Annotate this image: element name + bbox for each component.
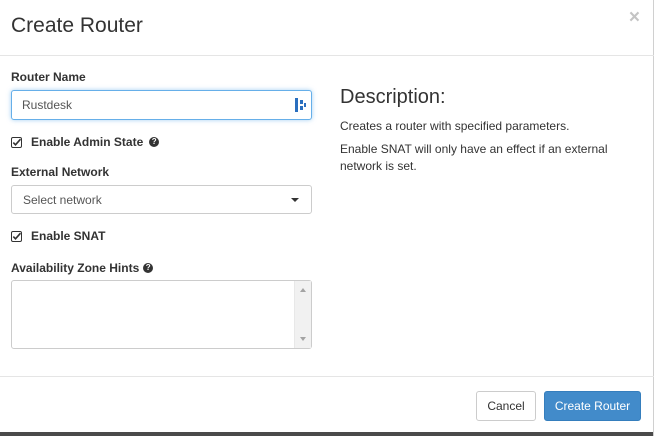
question-circle-icon[interactable]: ? xyxy=(143,263,154,273)
router-name-input[interactable] xyxy=(12,91,282,119)
availability-zone-list[interactable] xyxy=(11,280,312,349)
external-network-selected: Select network xyxy=(23,193,102,207)
snat-label: Enable SNAT xyxy=(31,229,106,243)
snat-row[interactable]: Enable SNAT xyxy=(11,228,105,244)
dialog-footer: Cancel Create Router xyxy=(0,376,654,432)
admin-state-row[interactable]: Enable Admin State ? xyxy=(11,134,160,150)
description-text: Creates a router with specified paramete… xyxy=(340,119,570,133)
scroll-down-icon[interactable] xyxy=(300,337,306,341)
dialog-header: Create Router × xyxy=(0,0,654,56)
availability-zone-label: Availability Zone Hints xyxy=(11,261,140,275)
checkbox-checked-icon[interactable] xyxy=(11,230,23,242)
caret-down-icon xyxy=(291,198,299,202)
admin-state-label: Enable Admin State xyxy=(31,135,144,149)
close-icon[interactable]: × xyxy=(629,8,640,27)
scroll-up-icon[interactable] xyxy=(300,288,306,292)
router-name-field[interactable] xyxy=(11,90,312,120)
description-text: Enable SNAT will only have an effect if … xyxy=(340,142,608,173)
external-network-label: External Network xyxy=(11,165,110,179)
question-circle-icon[interactable]: ? xyxy=(149,137,160,147)
create-router-dialog: Create Router × Router Name Enable Admin… xyxy=(0,0,654,436)
create-router-button[interactable]: Create Router xyxy=(544,391,641,421)
cancel-button[interactable]: Cancel xyxy=(476,391,536,421)
checkbox-checked-icon[interactable] xyxy=(11,136,23,148)
external-network-select[interactable]: Select network xyxy=(11,185,312,214)
scrollbar[interactable] xyxy=(294,281,311,348)
dialog-title: Create Router xyxy=(11,14,143,37)
availability-zone-label-row: Availability Zone Hints ? xyxy=(11,260,154,276)
password-manager-icon[interactable] xyxy=(295,98,307,112)
description-title: Description: xyxy=(340,86,446,108)
router-name-label: Router Name xyxy=(11,70,86,84)
